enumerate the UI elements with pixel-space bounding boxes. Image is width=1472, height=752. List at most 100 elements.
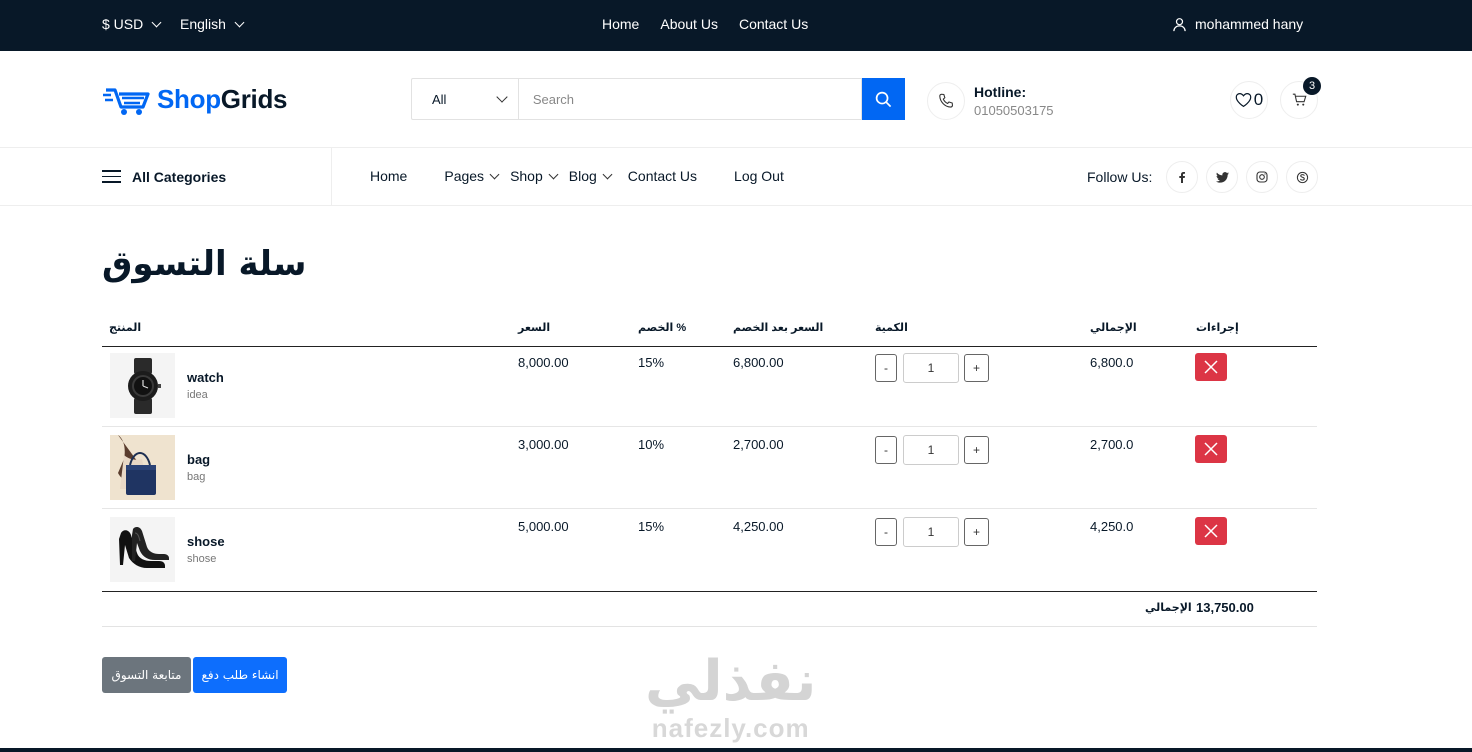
chevron-down-icon — [602, 169, 613, 180]
quantity-decrease-button[interactable]: - — [875, 436, 897, 464]
facebook-icon[interactable] — [1166, 161, 1199, 193]
hotline-label: Hotline: — [974, 84, 1027, 100]
continue-shopping-button[interactable]: متابعة التسوق — [102, 657, 191, 693]
menu-item-label: Blog — [568, 168, 597, 184]
item-discount: 15% — [638, 355, 665, 370]
watermark-arabic: نفذلي — [645, 649, 817, 714]
item-price-after: 4,250.00 — [733, 519, 784, 534]
product-desc: shose — [187, 553, 217, 565]
cart-button[interactable]: 3 — [1280, 77, 1321, 119]
user-account-link[interactable]: mohammed hany — [1172, 16, 1303, 32]
quantity-input[interactable] — [903, 517, 959, 547]
item-price-after: 6,800.00 — [733, 355, 784, 370]
col-header-quantity: الكمية — [875, 322, 908, 334]
menu-item-label: Pages — [444, 168, 485, 184]
search-category-select[interactable]: All — [411, 78, 518, 120]
heart-icon — [1235, 93, 1252, 108]
quantity-increase-button[interactable]: + — [964, 518, 989, 546]
instagram-icon[interactable] — [1246, 161, 1279, 193]
item-discount: 15% — [638, 519, 665, 534]
logo[interactable]: ShopGrids — [103, 81, 288, 117]
top-nav-about[interactable]: About Us — [660, 16, 718, 32]
search-input[interactable] — [517, 78, 863, 120]
all-categories-button[interactable]: All Categories — [0, 148, 332, 205]
col-header-price: السعر — [518, 322, 551, 334]
cart-count-badge: 3 — [1303, 77, 1321, 95]
currency-select[interactable]: $ USD — [102, 16, 162, 32]
menu-item-pages[interactable]: Pages — [444, 168, 500, 184]
item-price-after: 2,700.00 — [733, 437, 784, 452]
nav-bar: All Categories Home Pages Shop Blog Cont… — [0, 148, 1472, 206]
top-nav-contact[interactable]: Contact Us — [739, 16, 808, 32]
search-icon — [875, 91, 892, 107]
item-price: 8,000.00 — [518, 355, 569, 370]
logo-text-shop: Shop — [157, 83, 221, 114]
logo-text-grids: Grids — [220, 83, 288, 114]
menu-item-logout[interactable]: Log Out — [734, 168, 784, 184]
menu-item-blog[interactable]: Blog — [568, 168, 613, 184]
wishlist-count: 0 — [1253, 90, 1264, 109]
product-image-shose[interactable] — [110, 517, 175, 582]
cart-logo-icon — [103, 88, 150, 115]
menu-item-contact[interactable]: Contact Us — [628, 168, 697, 184]
quantity-increase-button[interactable]: + — [964, 354, 989, 382]
product-name[interactable]: watch — [187, 370, 224, 385]
product-name[interactable]: shose — [187, 534, 225, 549]
quantity-input[interactable] — [903, 435, 959, 465]
wishlist-button[interactable]: 0 — [1230, 81, 1268, 119]
top-bar: $ USD English Home About Us Contact Us m… — [0, 0, 1472, 51]
currency-label: $ USD — [102, 16, 144, 32]
product-image-watch[interactable] — [110, 353, 175, 418]
hotline-number[interactable]: 01050503175 — [974, 103, 1054, 118]
menu-item-label: Log Out — [734, 168, 784, 184]
user-icon — [1173, 17, 1186, 31]
phone-icon — [927, 82, 965, 120]
hamburger-icon — [102, 170, 121, 183]
language-select[interactable]: English — [180, 16, 245, 32]
product-desc: idea — [187, 389, 208, 401]
main-menu: Home Pages Shop Blog Contact Us Log Out — [370, 168, 808, 184]
hotline: Hotline: 01050503175 — [927, 82, 1054, 120]
item-total: 4,250.0 — [1090, 519, 1134, 534]
remove-item-button[interactable] — [1195, 517, 1227, 545]
skype-icon[interactable] — [1286, 161, 1319, 193]
search-button[interactable] — [862, 78, 905, 120]
checkout-button[interactable]: انشاء طلب دفع — [193, 657, 287, 693]
remove-item-button[interactable] — [1195, 353, 1227, 381]
item-total: 2,700.0 — [1090, 437, 1134, 452]
quantity-decrease-button[interactable]: - — [875, 518, 897, 546]
follow-us: Follow Us: — [1087, 161, 1319, 193]
menu-item-home[interactable]: Home — [370, 168, 407, 184]
menu-item-label: Contact Us — [627, 168, 698, 184]
table-row: shose shose 5,000.00 15% 4,250.00 - + 4,… — [102, 510, 1317, 591]
item-total: 6,800.0 — [1090, 355, 1134, 370]
language-label: English — [180, 16, 226, 32]
quantity-input[interactable] — [903, 353, 959, 383]
top-nav-home[interactable]: Home — [602, 16, 639, 32]
menu-item-shop[interactable]: Shop — [510, 168, 559, 184]
quantity-increase-button[interactable]: + — [964, 436, 989, 464]
product-name[interactable]: bag — [187, 452, 210, 467]
menu-item-label: Home — [370, 168, 408, 184]
col-header-actions: إجراءات — [1196, 322, 1239, 334]
quantity-decrease-button[interactable]: - — [875, 354, 897, 382]
col-header-product: المنتج — [109, 322, 142, 334]
menu-item-label: Shop — [510, 168, 543, 184]
close-icon — [1204, 360, 1218, 374]
grand-total-label: الإجمالي — [1145, 602, 1192, 614]
chevron-down-icon — [151, 17, 162, 28]
remove-item-button[interactable] — [1195, 435, 1227, 463]
table-row: bag bag 3,000.00 10% 2,700.00 - + 2,700.… — [102, 428, 1317, 509]
page-title: سلة التسوق — [102, 244, 307, 284]
product-image-bag[interactable] — [110, 435, 175, 500]
grand-total-value: 13,750.00 — [1196, 600, 1254, 615]
product-desc: bag — [187, 471, 206, 483]
col-header-price-after: السعر بعد الخصم — [733, 322, 824, 334]
twitter-icon[interactable] — [1206, 161, 1239, 193]
top-nav: Home About Us Contact Us — [602, 16, 808, 32]
follow-label: Follow Us: — [1087, 169, 1153, 185]
search-bar: All — [411, 78, 905, 120]
total-divider — [102, 626, 1317, 627]
footer-edge — [0, 748, 1472, 752]
shopping-cart-icon — [1292, 93, 1306, 106]
